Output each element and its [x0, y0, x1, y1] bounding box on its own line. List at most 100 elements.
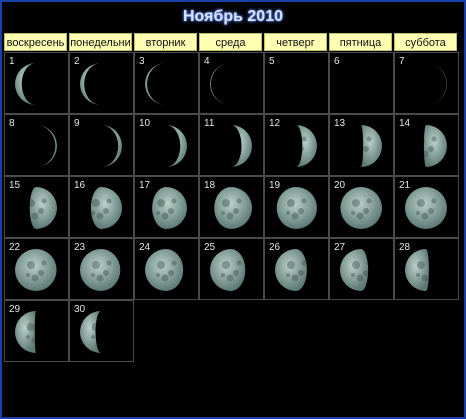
- day-cell-8: 8: [4, 114, 69, 176]
- moon-crater: [96, 88, 101, 96]
- moon-crater: [426, 88, 429, 96]
- moon-phase-icon: [271, 59, 321, 109]
- day-cell-6: 6: [329, 52, 394, 114]
- calendar-title: Ноябрь 2010: [183, 8, 283, 25]
- moon-crater: [26, 149, 30, 153]
- moon-crater: [156, 87, 160, 91]
- moon-lit-area: [231, 125, 252, 167]
- moon-crater: [157, 199, 165, 207]
- moon-lit-area: [166, 125, 187, 167]
- moon-crater: [106, 260, 112, 266]
- moon-crater: [107, 323, 112, 328]
- moon-lit-area: [145, 249, 184, 291]
- moon-crater: [301, 198, 307, 204]
- moon-crater: [157, 137, 165, 145]
- day-cell-19: 19: [264, 176, 329, 238]
- moon-phase-icon: [145, 63, 166, 105]
- moon-phase-icon: [80, 63, 112, 105]
- moon-crater: [231, 150, 234, 158]
- moon-crater: [236, 198, 242, 204]
- moon-crater: [298, 208, 304, 214]
- moon-crater: [101, 150, 104, 158]
- moon-crater: [432, 261, 437, 266]
- day-cell-26: 26: [264, 238, 329, 300]
- day-number: 2: [74, 56, 80, 67]
- moon-crater: [161, 212, 169, 220]
- moon-crater: [431, 74, 437, 80]
- moon-crater: [431, 198, 437, 204]
- moon-crater: [31, 212, 39, 220]
- moon-crater: [356, 274, 364, 282]
- moon-crater: [417, 261, 425, 269]
- moon-lit-area: [426, 63, 447, 105]
- moon-crater: [421, 212, 429, 220]
- moon-phase-icon: [101, 125, 122, 167]
- moon-crater: [298, 270, 304, 276]
- moon-crater: [356, 212, 364, 220]
- day-cell-23: 23: [69, 238, 134, 300]
- moon-crater: [38, 208, 44, 214]
- weekday-header-1: понедельни: [69, 33, 132, 51]
- day-number: 6: [334, 56, 340, 67]
- day-cell-28: 28: [394, 238, 459, 300]
- moon-crater: [352, 261, 360, 269]
- day-cell-24: 24: [134, 238, 199, 300]
- moon-crater: [92, 75, 100, 83]
- moon-crater: [27, 261, 35, 269]
- day-number: 24: [139, 242, 151, 253]
- moon-crater: [417, 75, 425, 83]
- moon-crater: [31, 88, 36, 96]
- day-number: 7: [399, 56, 405, 67]
- day-number: 26: [269, 242, 281, 253]
- moon-crater: [296, 150, 299, 158]
- moon-crater: [417, 199, 425, 207]
- moon-crater: [38, 332, 44, 338]
- moon-crater: [92, 261, 100, 269]
- moon-crater: [221, 149, 225, 153]
- day-cell-15: 15: [4, 176, 69, 238]
- moon-phase-icon: [417, 63, 447, 105]
- moon-lit-area: [423, 125, 447, 167]
- moon-crater: [91, 335, 95, 339]
- moon-crater: [166, 150, 169, 158]
- moon-crater: [103, 208, 109, 214]
- day-number: 1: [9, 56, 15, 67]
- moon-crater: [27, 323, 35, 331]
- moon-lit-area: [214, 187, 252, 229]
- moon-calendar: Ноябрь 2010 воскресень понедельни вторник с…: [0, 0, 466, 419]
- day-cell-14: 14: [394, 114, 459, 176]
- day-number: 13: [334, 118, 346, 129]
- moon-crater: [171, 136, 177, 142]
- day-cell-27: 27: [329, 238, 394, 300]
- moon-lit-area: [29, 187, 57, 229]
- moon-crater: [286, 273, 290, 277]
- moon-crater: [29, 199, 35, 207]
- moon-phase-icon: [336, 59, 386, 109]
- day-number: 22: [9, 242, 21, 253]
- moon-crater: [428, 84, 434, 90]
- day-number: 15: [9, 180, 21, 191]
- day-cell-12: 12: [264, 114, 329, 176]
- moon-crater: [106, 136, 112, 142]
- moon-crater: [107, 75, 112, 80]
- day-cell-18: 18: [199, 176, 264, 238]
- day-number: 11: [204, 118, 215, 129]
- moon-lit-area: [276, 187, 317, 229]
- day-cell-21: 21: [394, 176, 459, 238]
- moon-crater: [226, 212, 234, 220]
- weekday-header-6: суббота: [394, 33, 457, 51]
- moon-crater: [421, 274, 429, 282]
- moon-crater: [41, 260, 47, 266]
- moon-crater: [156, 211, 160, 215]
- moon-crater: [287, 137, 295, 145]
- moon-crater: [366, 260, 369, 266]
- moon-crater: [221, 273, 225, 277]
- day-cell-17: 17: [134, 176, 199, 238]
- moon-crater: [428, 146, 434, 152]
- moon-lit-area: [405, 249, 429, 291]
- day-cell-7: 7: [394, 52, 459, 114]
- moon-crater: [286, 149, 290, 153]
- moon-crater: [236, 136, 242, 142]
- moon-crater: [38, 146, 44, 152]
- weekday-header-4: четверг: [264, 33, 327, 51]
